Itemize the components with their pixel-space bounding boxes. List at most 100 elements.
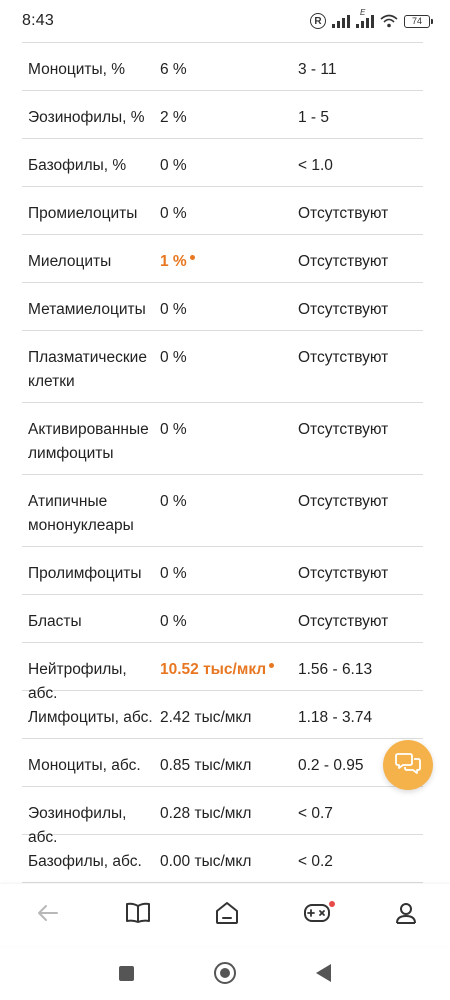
value-text: 10.52 тыс/мкл: [160, 661, 267, 678]
value-text: 0.85 тыс/мкл: [160, 757, 252, 774]
reference-range: Отсутствуют: [298, 349, 389, 366]
value-text: 0 %: [160, 613, 187, 630]
value-text: 2 %: [160, 109, 187, 126]
parameter-value: 0 %: [160, 490, 298, 514]
parameter-name: Лимфоциты, абс.: [28, 709, 153, 726]
nav-back-button[interactable]: [28, 895, 68, 935]
notification-dot: [328, 901, 335, 907]
value-text: 0 %: [160, 157, 187, 174]
parameter-name: Базофилы, абс.: [28, 853, 142, 870]
table-row: Плазматические клетки 0 % Отсутствуют: [22, 331, 423, 403]
parameter-value: 6 %: [160, 58, 298, 82]
network-type-label: E: [360, 8, 366, 17]
status-icons: R E 74: [310, 8, 433, 29]
status-time: 8:43: [22, 12, 54, 29]
table-row: Эозинофилы, % 2 % 1 - 5: [22, 91, 423, 139]
table-row: Метамиелоциты 0 % Отсутствуют: [22, 283, 423, 331]
parameter-value: 2.42 тыс/мкл: [160, 706, 298, 730]
nav-home-button[interactable]: [207, 895, 247, 935]
reference-range: Отсутствуют: [298, 493, 389, 510]
table-row: Пролимфоциты 0 % Отсутствуют: [22, 547, 423, 595]
value-text: 1 %: [160, 253, 187, 270]
parameter-name: Эозинофилы, %: [28, 109, 145, 126]
home-dot-icon: [220, 968, 230, 978]
status-bar: 8:43 R E 74: [0, 0, 450, 42]
reference-range: 3 - 11: [298, 61, 337, 78]
value-text: 0 %: [160, 205, 187, 222]
reference-range: Отсутствуют: [298, 421, 389, 438]
chat-button[interactable]: [383, 740, 433, 790]
parameter-value: 0.85 тыс/мкл: [160, 754, 298, 778]
profile-icon: [394, 901, 418, 930]
table-row: Нейтрофилы, абс. 10.52 тыс/мкл 1.56 - 6.13: [22, 643, 423, 702]
value-text: 2.42 тыс/мкл: [160, 709, 252, 726]
parameter-value: 0 %: [160, 610, 298, 634]
back-arrow-icon: [37, 904, 59, 927]
value-text: 0 %: [160, 493, 187, 510]
home-system-button[interactable]: [214, 962, 236, 984]
value-text: 0 %: [160, 421, 187, 438]
system-nav: [0, 946, 450, 1000]
book-icon: [125, 902, 151, 929]
out-of-range-dot: [189, 255, 195, 260]
table-row: Миелоциты 1 % Отсутствуют: [22, 235, 423, 283]
parameter-name: Миелоциты: [28, 253, 112, 270]
parameter-value: 0 %: [160, 202, 298, 226]
parameter-name: Бласты: [28, 613, 82, 630]
value-text: 0 %: [160, 349, 187, 366]
wifi-icon: [380, 14, 398, 28]
parameter-value: 1 %: [160, 250, 298, 274]
nav-book-button[interactable]: [118, 895, 158, 935]
parameter-value: 0.00 тыс/мкл: [160, 850, 298, 874]
nav-games-button[interactable]: [297, 895, 337, 935]
table-row: Бласты 0 % Отсутствуют: [22, 595, 423, 643]
table-row: Промиелоциты 0 % Отсутствуют: [22, 187, 423, 235]
registered-icon: R: [310, 13, 326, 29]
table-row: Атипичные мононуклеары 0 % Отсутствуют: [22, 475, 423, 547]
value-text: 0.28 тыс/мкл: [160, 805, 252, 822]
value-text: 0.00 тыс/мкл: [160, 853, 252, 870]
parameter-name: Атипичные мононуклеары: [28, 493, 134, 534]
reference-range: 1 - 5: [298, 109, 330, 126]
battery-icon: 74: [404, 14, 433, 28]
parameter-name: Метамиелоциты: [28, 301, 146, 318]
chat-bubbles-icon: [395, 751, 421, 780]
parameter-name: Нейтрофилы, абс.: [28, 661, 127, 702]
results-table: Моноциты, % 6 % 3 - 11 Эозинофилы, % 2 % 1 - …: [22, 42, 423, 883]
table-row: Базофилы, % 0 % < 1.0: [22, 139, 423, 187]
parameter-name: Моноциты, абс.: [28, 757, 141, 774]
reference-range: 1.18 - 3.74: [298, 709, 373, 726]
home-icon: [214, 901, 240, 930]
gamepad-icon: [303, 902, 331, 929]
signal-icon: [332, 14, 350, 28]
reference-range: Отсутствуют: [298, 613, 389, 630]
parameter-value: 10.52 тыс/мкл: [160, 658, 298, 682]
bottom-nav: [0, 884, 450, 946]
parameter-value: 2 %: [160, 106, 298, 130]
table-row: Моноциты, абс. 0.85 тыс/мкл 0.2 - 0.95: [22, 739, 423, 787]
recents-button[interactable]: [119, 965, 134, 981]
parameter-name: Промиелоциты: [28, 205, 138, 222]
parameter-name: Пролимфоциты: [28, 565, 142, 582]
table-row: Активированные лимфоциты 0 % Отсутствуют: [22, 403, 423, 475]
parameter-value: 0 %: [160, 562, 298, 586]
parameter-value: 0 %: [160, 298, 298, 322]
back-system-button[interactable]: [316, 964, 331, 982]
reference-range: < 0.7: [298, 805, 333, 822]
parameter-name: Базофилы, %: [28, 157, 127, 174]
value-text: 0 %: [160, 565, 187, 582]
reference-range: < 0.2: [298, 853, 333, 870]
parameter-value: 0 %: [160, 154, 298, 178]
reference-range: Отсутствуют: [298, 205, 389, 222]
value-text: 6 %: [160, 61, 187, 78]
reference-range: Отсутствуют: [298, 253, 389, 270]
parameter-value: 0.28 тыс/мкл: [160, 802, 298, 826]
out-of-range-dot: [269, 663, 275, 668]
table-row: Моноциты, % 6 % 3 - 11: [22, 43, 423, 91]
signal-e-icon: E: [356, 8, 374, 28]
nav-profile-button[interactable]: [386, 895, 426, 935]
parameter-name: Моноциты, %: [28, 61, 126, 78]
parameter-name: Плазматические клетки: [28, 349, 147, 390]
parameter-value: 0 %: [160, 346, 298, 370]
reference-range: Отсутствуют: [298, 301, 389, 318]
